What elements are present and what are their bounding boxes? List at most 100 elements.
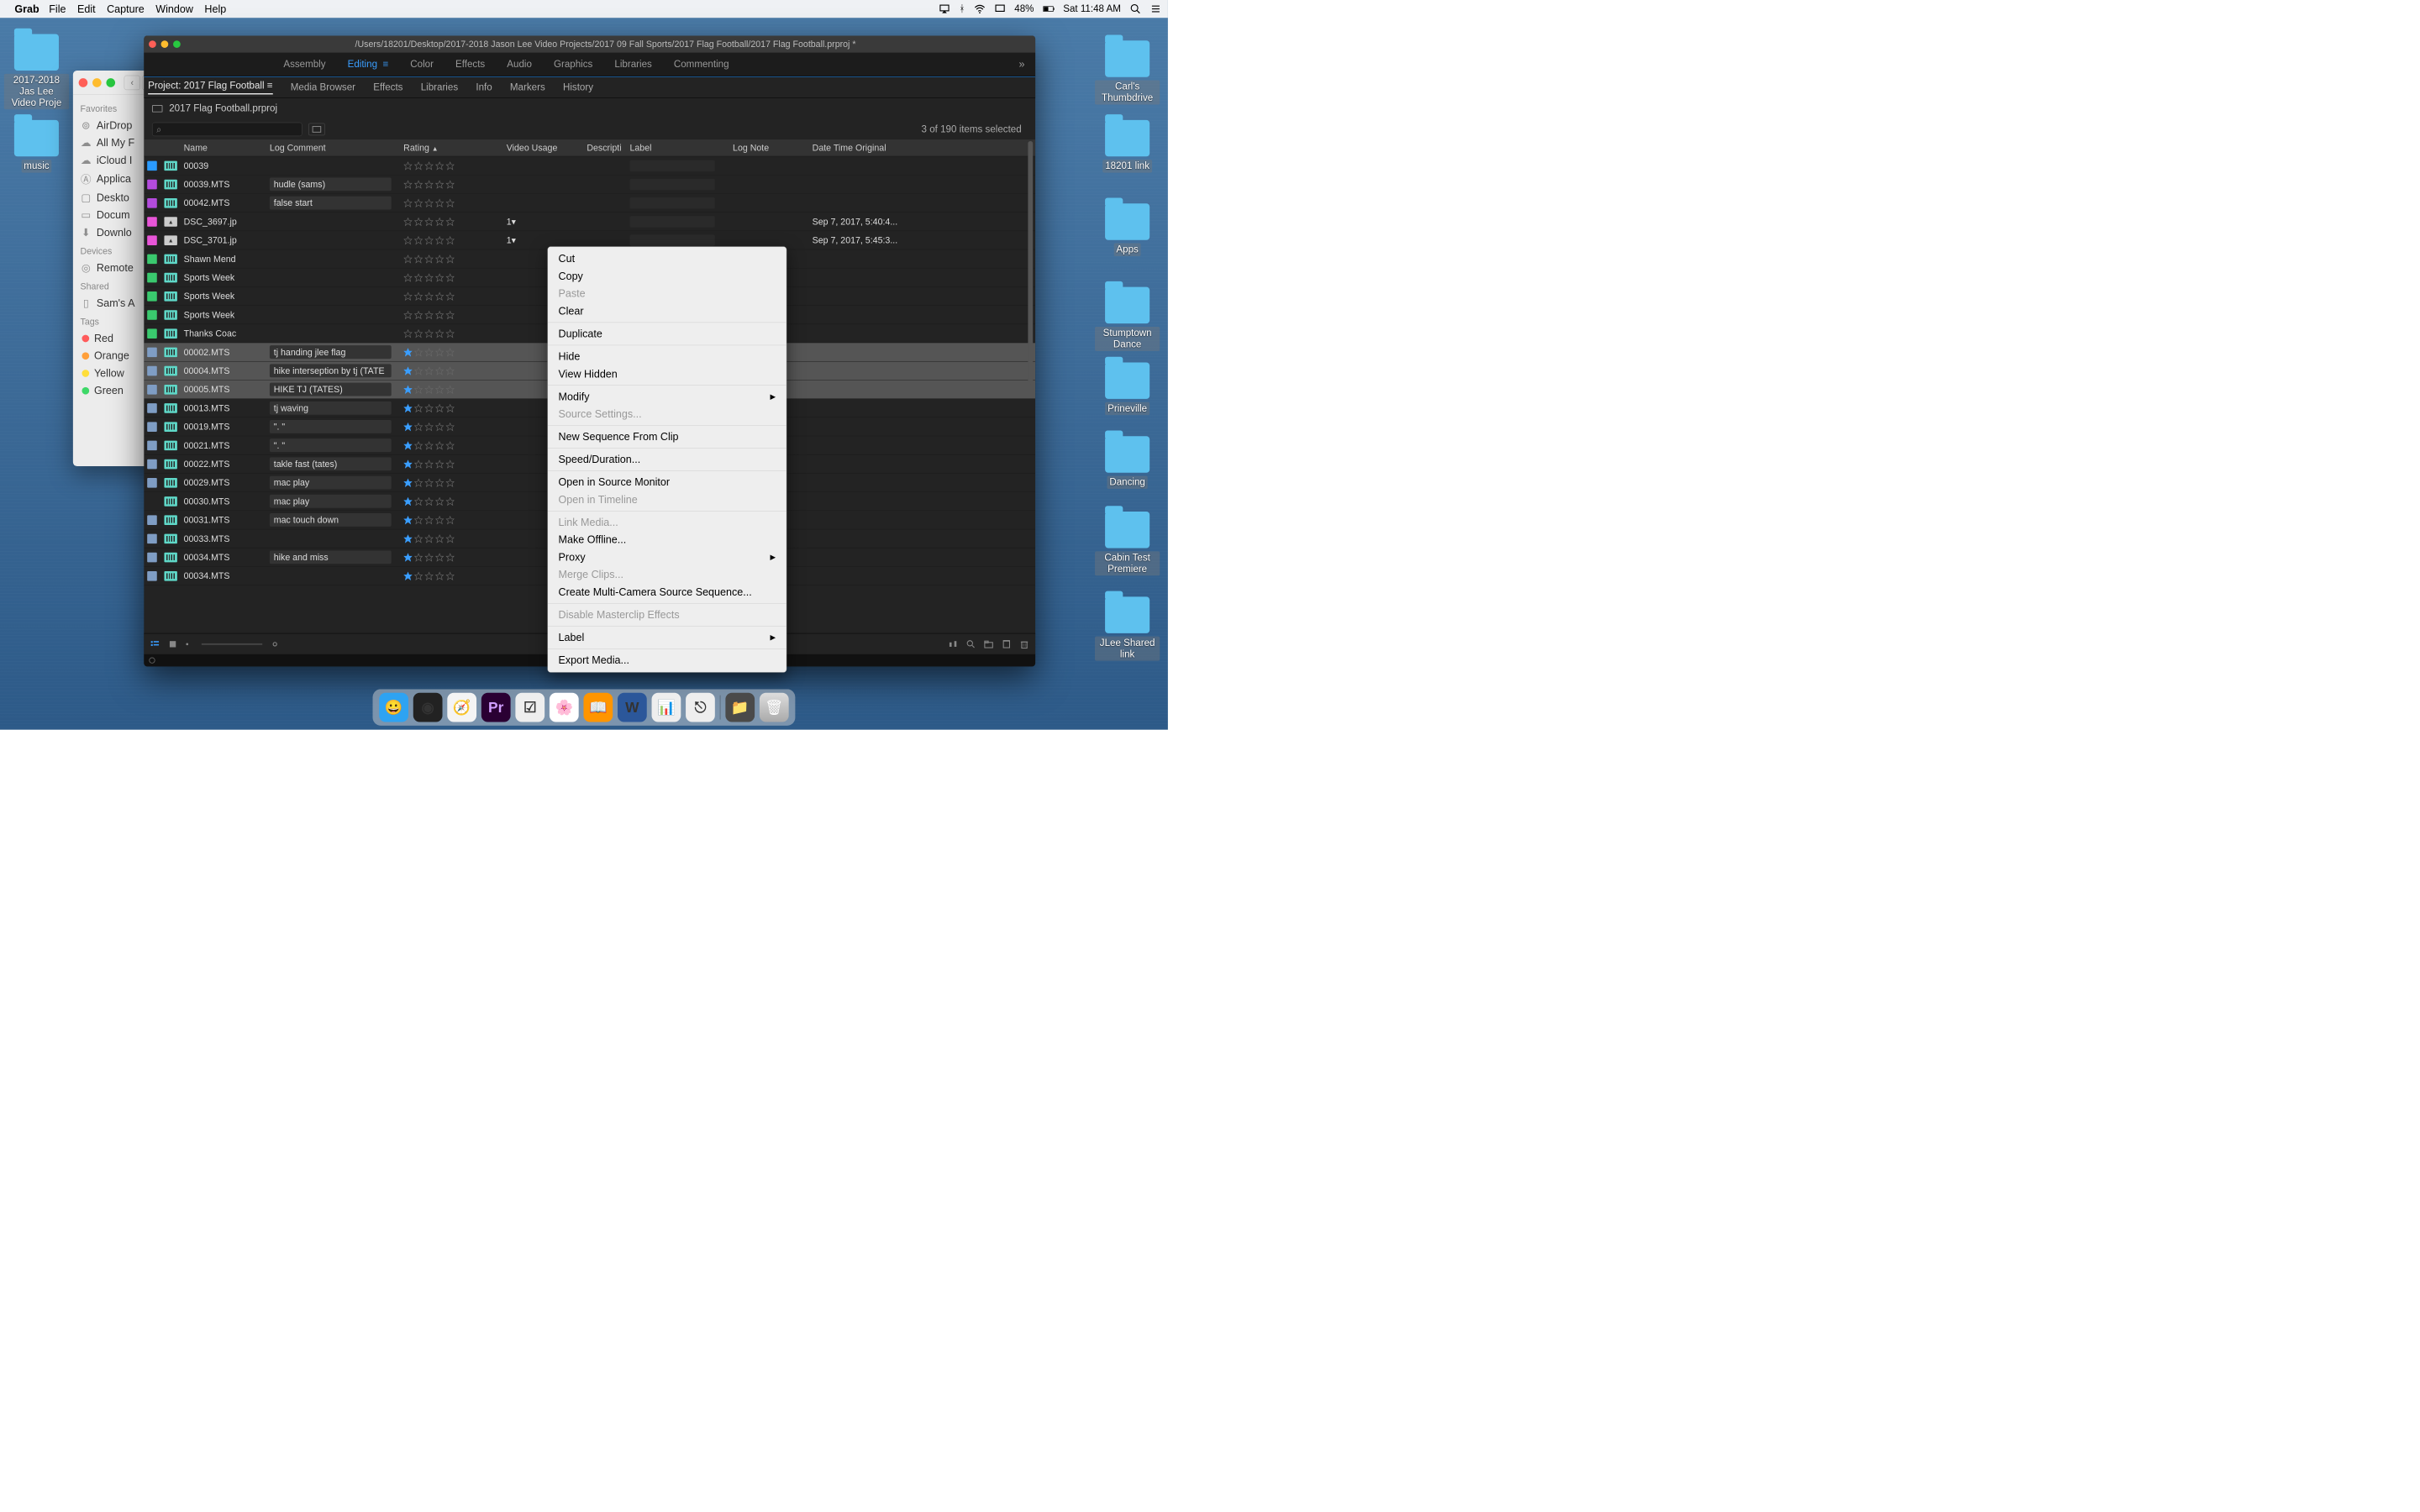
star-icon[interactable] <box>445 403 455 412</box>
panel-tab[interactable]: Effects <box>373 81 402 93</box>
airplay-icon[interactable] <box>939 3 950 15</box>
premiere-traffic-lights[interactable] <box>149 40 181 48</box>
dock-app-safari[interactable]: 🧭 <box>447 693 476 722</box>
star-icon[interactable] <box>445 366 455 375</box>
context-menu-item[interactable]: Open in Source Monitor <box>548 474 786 491</box>
star-icon[interactable] <box>403 403 413 412</box>
star-icon[interactable] <box>445 385 455 394</box>
log-comment[interactable] <box>270 252 392 265</box>
log-comment[interactable]: takle fast (tates) <box>270 457 392 470</box>
star-icon[interactable] <box>435 236 445 245</box>
log-comment[interactable] <box>270 159 392 172</box>
star-icon[interactable] <box>403 459 413 469</box>
dock-app-photos[interactable]: 🌸 <box>550 693 579 722</box>
star-icon[interactable] <box>435 366 445 375</box>
star-icon[interactable] <box>445 348 455 357</box>
workspace-tab[interactable]: Commenting <box>674 59 729 71</box>
sort-icon[interactable] <box>270 638 281 649</box>
star-icon[interactable] <box>424 385 434 394</box>
context-menu-item[interactable]: Label▶ <box>548 629 786 647</box>
star-icon[interactable] <box>435 534 445 543</box>
desktop-folder[interactable]: 2017-2018 Jas Lee Video Proje <box>4 34 69 110</box>
star-icon[interactable] <box>424 459 434 469</box>
col-desc[interactable]: Descripti <box>587 143 629 154</box>
desktop-folder[interactable]: Carl's Thumbdrive <box>1095 40 1160 104</box>
traffic-lights[interactable] <box>79 78 115 87</box>
col-usage[interactable]: Video Usage <box>507 143 587 154</box>
star-icon[interactable] <box>445 273 455 282</box>
context-menu-item[interactable]: Modify▶ <box>548 388 786 406</box>
star-icon[interactable] <box>424 217 434 226</box>
star-icon[interactable] <box>445 329 455 339</box>
log-comment[interactable]: mac touch down <box>270 513 392 527</box>
star-icon[interactable] <box>414 180 424 189</box>
context-menu-item[interactable]: Cut <box>548 250 786 268</box>
star-icon[interactable] <box>424 423 434 432</box>
bluetooth-icon[interactable]: ᚼ <box>959 3 965 15</box>
context-menu-item[interactable]: Export Media... <box>548 652 786 669</box>
star-icon[interactable] <box>414 217 424 226</box>
star-icon[interactable] <box>435 403 445 412</box>
star-icon[interactable] <box>435 291 445 301</box>
log-comment[interactable] <box>270 270 392 284</box>
star-icon[interactable] <box>414 403 424 412</box>
panel-tab[interactable]: Info <box>476 81 492 93</box>
table-row[interactable]: 00042.MTSfalse start <box>144 194 1035 213</box>
star-icon[interactable] <box>435 553 445 562</box>
menu-help[interactable]: Help <box>204 3 226 15</box>
panel-tabs[interactable]: Project: 2017 Flag Football ≡Media Brows… <box>144 76 1035 98</box>
star-icon[interactable] <box>414 534 424 543</box>
table-row[interactable]: ▲DSC_3697.jp1▾Sep 7, 2017, 5:40:4... <box>144 213 1035 231</box>
star-icon[interactable] <box>403 310 413 319</box>
star-icon[interactable] <box>403 180 413 189</box>
desktop-folder[interactable]: Apps <box>1095 203 1160 256</box>
col-log[interactable]: Log Comment <box>270 143 403 154</box>
star-icon[interactable] <box>414 553 424 562</box>
trash-icon[interactable] <box>1019 638 1030 649</box>
workspace-tab[interactable]: Color <box>410 59 434 71</box>
star-icon[interactable] <box>424 553 434 562</box>
star-icon[interactable] <box>424 310 434 319</box>
desktop-folder[interactable]: Cabin Test Premiere <box>1095 512 1160 575</box>
log-comment[interactable] <box>270 570 392 583</box>
workspace-overflow-icon[interactable]: » <box>1019 58 1025 71</box>
log-comment[interactable]: tj waving <box>270 402 392 415</box>
panel-tab[interactable]: Markers <box>510 81 545 93</box>
star-icon[interactable] <box>414 310 424 319</box>
log-comment[interactable]: HIKE TJ (TATES) <box>270 383 392 396</box>
log-comment[interactable] <box>270 532 392 545</box>
icon-view-icon[interactable] <box>167 638 178 649</box>
new-item-button[interactable] <box>1002 638 1013 649</box>
star-icon[interactable] <box>424 198 434 207</box>
star-icon[interactable] <box>414 255 424 264</box>
star-icon[interactable] <box>424 441 434 450</box>
star-icon[interactable] <box>445 423 455 432</box>
star-icon[interactable] <box>403 255 413 264</box>
star-icon[interactable] <box>435 217 445 226</box>
star-icon[interactable] <box>445 571 455 580</box>
col-label[interactable]: Label <box>629 143 733 154</box>
star-icon[interactable] <box>403 291 413 301</box>
panel-tab[interactable]: Project: 2017 Flag Football ≡ <box>148 81 272 95</box>
star-icon[interactable] <box>424 255 434 264</box>
desktop-folder[interactable]: Prineville <box>1095 362 1160 415</box>
dock[interactable]: 😀◉🧭Pr☑🌸📖W📊⎋ 📁 🗑 <box>373 689 796 725</box>
log-comment[interactable] <box>270 327 392 340</box>
desktop-folder[interactable]: Stumptown Dance <box>1095 287 1160 351</box>
nav-back[interactable]: ‹ <box>124 76 140 90</box>
star-icon[interactable] <box>414 329 424 339</box>
workspace-tab[interactable]: Audio <box>507 59 532 71</box>
spotlight-icon[interactable] <box>1130 3 1142 15</box>
star-icon[interactable] <box>414 423 424 432</box>
dock-app-automator[interactable]: ⎋ <box>686 693 715 722</box>
star-icon[interactable] <box>424 329 434 339</box>
workspace-bar[interactable]: AssemblyEditing ≡ColorEffectsAudioGraphi… <box>144 53 1035 76</box>
star-icon[interactable] <box>403 553 413 562</box>
star-icon[interactable] <box>414 478 424 487</box>
star-icon[interactable] <box>414 516 424 525</box>
dock-app-word[interactable]: W <box>618 693 647 722</box>
desktop-folder[interactable]: 18201 link <box>1095 120 1160 173</box>
star-icon[interactable] <box>403 534 413 543</box>
log-comment[interactable]: tj handing jlee flag <box>270 345 392 359</box>
star-icon[interactable] <box>445 516 455 525</box>
